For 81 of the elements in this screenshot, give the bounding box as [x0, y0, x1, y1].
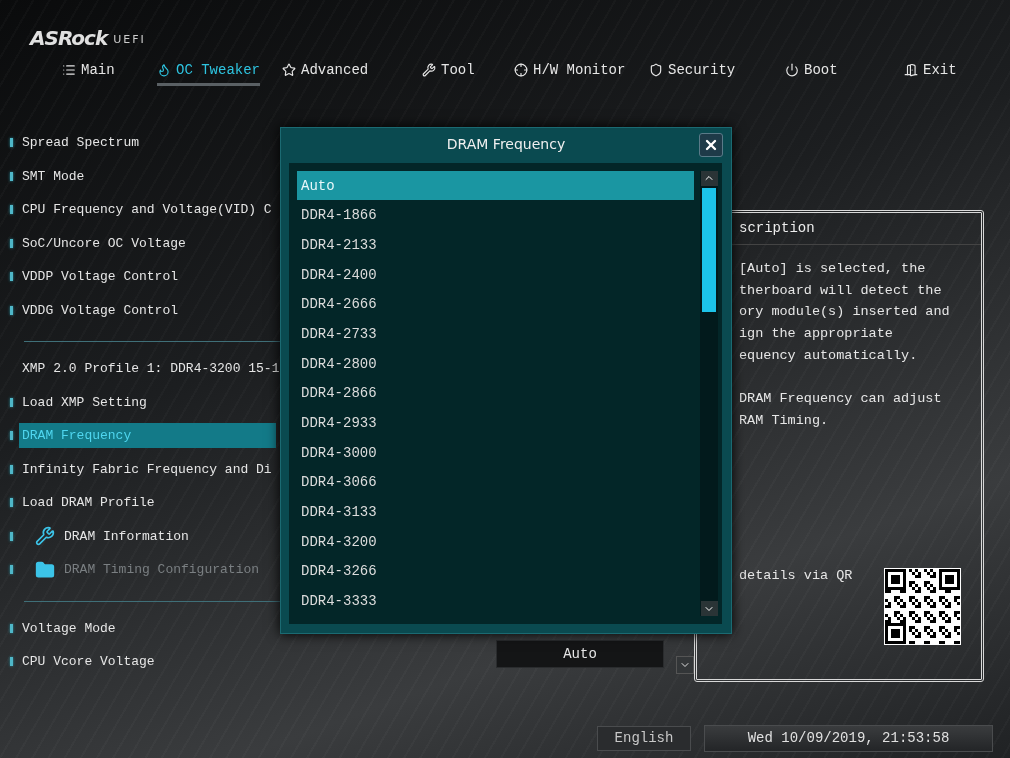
setting-item[interactable]: SoC/Uncore OC Voltage — [19, 230, 190, 256]
frequency-option[interactable]: DDR4-3133 — [297, 497, 694, 527]
bullet-icon — [10, 205, 13, 215]
setting-item[interactable]: Load XMP Setting — [19, 389, 151, 415]
description-text: equency automatically. — [739, 347, 919, 365]
bullet-icon — [10, 238, 13, 248]
menu-tab[interactable]: Exit — [904, 56, 957, 86]
frequency-option[interactable]: DDR4-2933 — [297, 408, 694, 438]
bullet-icon — [10, 657, 13, 667]
menu-tab[interactable]: Tool — [422, 56, 475, 86]
bullet-icon — [10, 531, 13, 541]
setting-item[interactable]: Load DRAM Profile — [19, 490, 159, 516]
setting-item[interactable]: DRAM Information — [61, 523, 193, 549]
setting-item[interactable]: SMT Mode — [19, 163, 89, 189]
description-text: therboard will detect the — [739, 282, 943, 300]
folder-icon — [35, 559, 55, 580]
setting-item[interactable]: CPU Vcore Voltage — [19, 649, 159, 675]
value-field[interactable]: Auto — [496, 640, 664, 668]
star-icon — [282, 62, 296, 77]
close-button[interactable] — [699, 133, 723, 157]
frequency-option[interactable]: DDR4-2866 — [297, 378, 694, 409]
bullet-icon — [10, 171, 13, 181]
menu-tab[interactable]: Advanced — [282, 56, 369, 86]
menu-tab[interactable]: OC Tweaker — [157, 56, 260, 86]
description-text: DRAM Frequency can adjust — [739, 391, 943, 409]
setting-item[interactable]: Infinity Fabric Frequency and Di — [19, 456, 276, 482]
bullet-icon — [10, 138, 13, 148]
frequency-option[interactable]: DDR4-2666 — [297, 289, 694, 320]
crosshair-icon — [514, 62, 528, 77]
scrollbar[interactable] — [700, 170, 718, 616]
frequency-option[interactable]: DDR4-2733 — [297, 319, 694, 349]
bullet-icon — [10, 305, 13, 315]
wrench-icon — [35, 526, 55, 547]
date-time: Wed 10/09/2019, 21:53:58 — [704, 724, 993, 752]
door-icon — [904, 62, 918, 77]
menu-tab[interactable]: Security — [649, 56, 736, 86]
menu-tab[interactable]: Main — [62, 56, 115, 86]
frequency-option[interactable]: DDR4-3200 — [297, 526, 694, 557]
scroll-up-button[interactable] — [700, 170, 718, 186]
bullet-icon — [10, 397, 13, 407]
bullet-icon — [10, 431, 13, 441]
description-text: ory module(s) inserted and — [739, 304, 951, 322]
language-button[interactable]: English — [597, 725, 691, 751]
wrench-icon — [422, 62, 436, 77]
bullet-icon — [10, 464, 13, 474]
qr-code-icon — [884, 568, 961, 646]
frequency-option[interactable]: DDR4-3066 — [297, 467, 694, 498]
qr-caption: details via QR — [739, 568, 853, 586]
frequency-option[interactable]: DDR4-2400 — [297, 259, 694, 290]
frequency-option[interactable]: DDR4-3000 — [297, 437, 694, 468]
menu-tab[interactable]: Boot — [785, 56, 838, 86]
description-text: RAM Timing. — [739, 412, 830, 430]
description-text: ign the appropriate — [739, 326, 894, 344]
menu-tab[interactable]: H/W Monitor — [514, 56, 626, 86]
frequency-option[interactable]: DDR4-3333 — [297, 586, 694, 616]
shield-icon — [649, 62, 663, 77]
scroll-down-button[interactable] — [700, 601, 718, 616]
power-icon — [785, 62, 799, 77]
list-icon — [62, 62, 76, 77]
bullet-icon — [10, 623, 13, 633]
frequency-option[interactable]: DDR4-1866 — [297, 200, 694, 231]
flame-icon — [157, 62, 171, 77]
frequency-option[interactable]: DDR4-2133 — [297, 230, 694, 260]
profile-info: XMP 2.0 Profile 1: DDR4-3200 15-1 — [21, 360, 281, 379]
brand-logo: ASRock — [30, 26, 108, 50]
setting-item[interactable]: Voltage Mode — [19, 615, 120, 641]
bullet-icon — [10, 565, 13, 575]
setting-item[interactable]: VDDG Voltage Control — [19, 297, 183, 323]
frequency-option[interactable]: DDR4-2800 — [297, 348, 694, 379]
description-text: [Auto] is selected, the — [739, 261, 927, 278]
setting-item[interactable]: CPU Frequency and Voltage(VID) C — [19, 197, 276, 223]
scroll-down-button[interactable] — [676, 656, 694, 674]
frequency-option[interactable]: DDR4-3266 — [297, 556, 694, 587]
setting-item[interactable]: Spread Spectrum — [19, 130, 144, 156]
bullet-icon — [10, 272, 13, 282]
close-icon — [703, 137, 719, 153]
setting-item[interactable]: VDDP Voltage Control — [19, 264, 183, 290]
bullet-icon — [10, 498, 13, 508]
dialog-title: DRAM Frequency — [446, 135, 566, 152]
brand-suffix: UEFI — [113, 33, 146, 48]
scroll-thumb[interactable] — [702, 187, 716, 312]
